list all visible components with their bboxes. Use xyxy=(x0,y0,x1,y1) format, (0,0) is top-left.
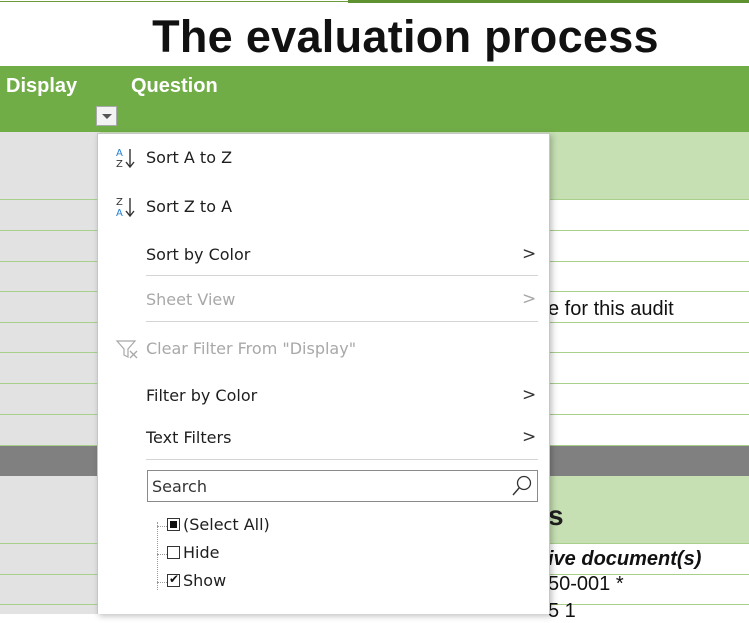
submenu-chevron-icon: > xyxy=(522,244,537,264)
menu-separator xyxy=(146,321,538,322)
svg-text:Z: Z xyxy=(116,159,123,170)
autofilter-menu: A Z Sort A to Z Z A Sort Z to A Sort by … xyxy=(97,133,550,614)
filter-value-hide[interactable]: Hide xyxy=(147,541,527,567)
menu-item-sheet-view: Sheet View > xyxy=(98,282,549,318)
submenu-chevron-icon: > xyxy=(522,289,537,309)
search-placeholder: Search xyxy=(152,477,207,496)
menu-item-filter-by-color[interactable]: Filter by Color > xyxy=(98,378,549,414)
sort-descending-icon: Z A xyxy=(116,197,135,219)
menu-item-label: Clear Filter From "Display" xyxy=(146,339,357,358)
menu-item-label: Sort Z to A xyxy=(146,197,233,216)
filter-value-label: Hide xyxy=(183,543,220,562)
submenu-chevron-icon: > xyxy=(522,385,537,405)
column-header-display[interactable]: Display xyxy=(6,75,77,98)
menu-item-text-filters[interactable]: Text Filters > xyxy=(98,420,549,456)
dropdown-arrow-icon xyxy=(102,114,112,119)
filter-value-label: (Select All) xyxy=(183,515,270,534)
cell-text-section[interactable]: s xyxy=(548,500,564,532)
filter-value-list: (Select All) Hide ✔ Show xyxy=(147,510,538,615)
menu-item-label: Filter by Color xyxy=(146,386,258,405)
svg-text:Z: Z xyxy=(116,197,123,208)
menu-separator xyxy=(146,459,538,460)
filter-search-input[interactable]: Search xyxy=(147,470,538,502)
menu-item-label: Sort A to Z xyxy=(146,148,233,167)
search-icon xyxy=(512,475,532,496)
sort-ascending-icon: A Z xyxy=(116,148,135,170)
filter-value-select-all[interactable]: (Select All) xyxy=(147,513,527,539)
svg-text:A: A xyxy=(116,208,123,219)
cell-text-number[interactable]: 50-001 * xyxy=(548,573,624,596)
checkmark-icon: ✔ xyxy=(169,572,180,586)
clear-filter-icon xyxy=(115,340,138,359)
menu-item-sort-a-to-z[interactable]: A Z Sort A to Z xyxy=(98,140,549,176)
menu-item-sort-z-to-a[interactable]: Z A Sort Z to A xyxy=(98,189,549,225)
cell-text-number[interactable]: 5 1 xyxy=(548,600,576,623)
sheet-top-border xyxy=(0,0,749,5)
checkbox-unchecked[interactable] xyxy=(167,546,180,559)
menu-item-label: Sheet View xyxy=(146,290,236,309)
menu-item-clear-filter: Clear Filter From "Display" xyxy=(98,331,549,367)
svg-text:A: A xyxy=(116,148,123,159)
cell-text-document-header[interactable]: ive document(s) xyxy=(548,548,701,571)
filter-value-show[interactable]: ✔ Show xyxy=(147,569,527,595)
menu-item-label: Text Filters xyxy=(146,428,232,447)
column-header-question[interactable]: Question xyxy=(131,75,218,98)
sheet-title: The evaluation process xyxy=(152,11,659,62)
menu-item-label: Sort by Color xyxy=(146,245,251,264)
submenu-chevron-icon: > xyxy=(522,427,537,447)
menu-separator xyxy=(146,275,538,276)
filter-dropdown-button[interactable] xyxy=(96,106,117,126)
checkbox-checked[interactable]: ✔ xyxy=(167,572,180,587)
filter-value-label: Show xyxy=(183,571,227,590)
menu-item-sort-by-color[interactable]: Sort by Color > xyxy=(98,237,549,273)
cell-text-audit[interactable]: e for this audit xyxy=(548,298,674,321)
checkbox-indeterminate[interactable] xyxy=(167,518,180,531)
